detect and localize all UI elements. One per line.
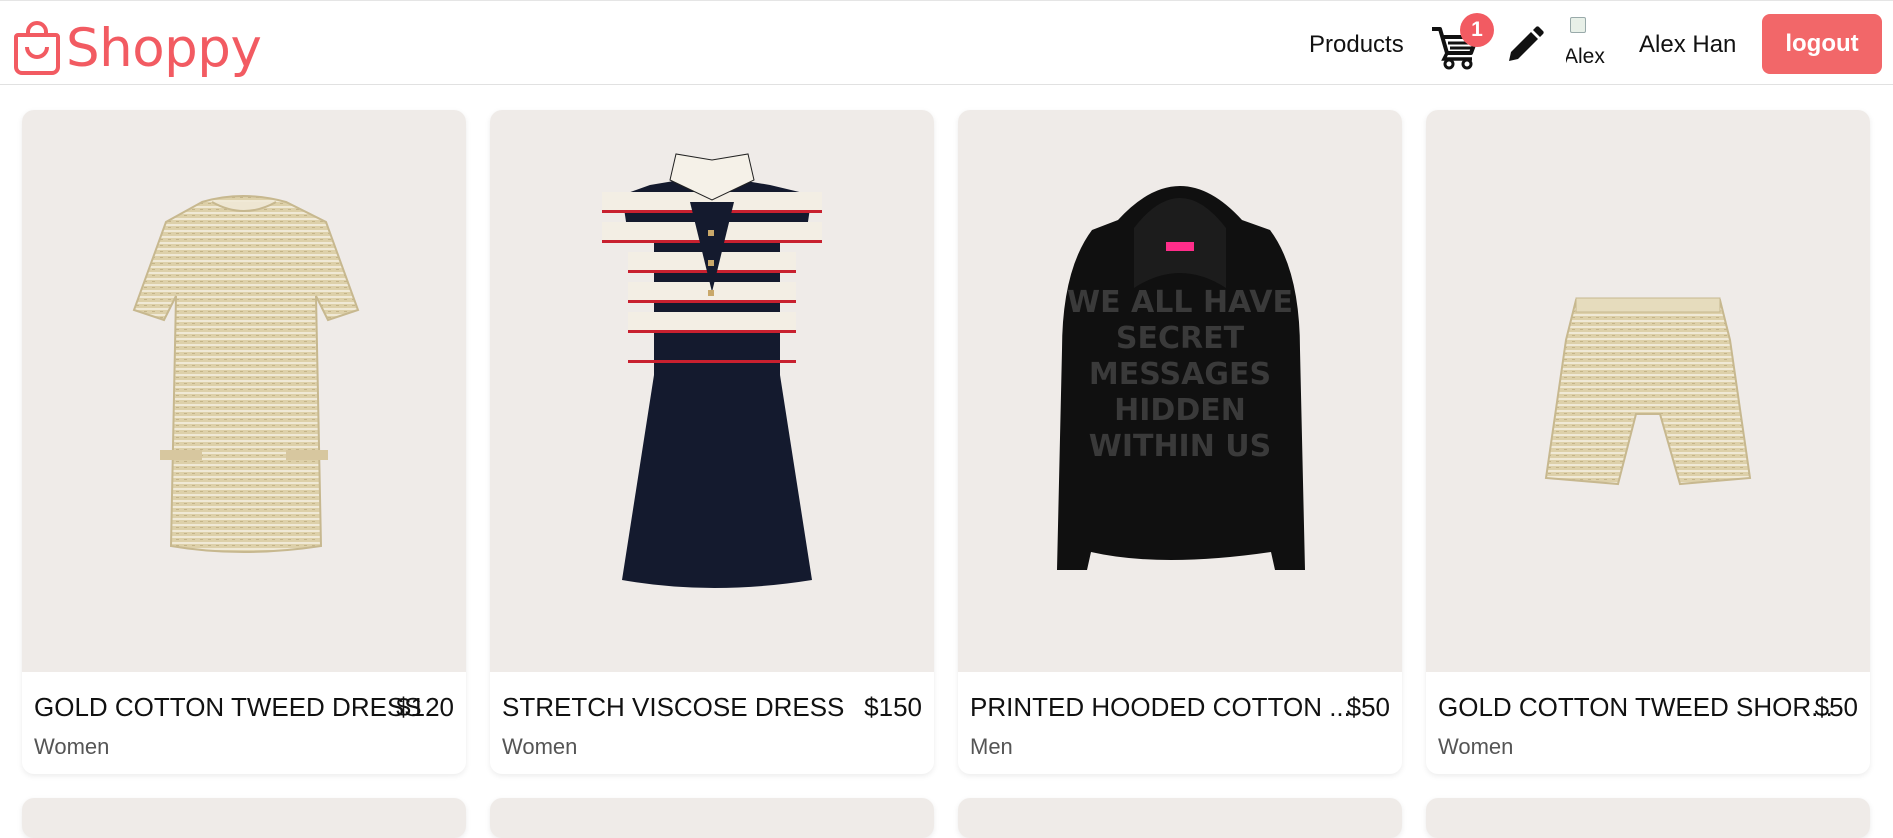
product-image[interactable]: WE ALL HAVE SECRET MESSAGES HIDDEN WITHI… xyxy=(958,110,1402,672)
logo[interactable]: Shoppy xyxy=(12,15,262,81)
product-card[interactable]: GOLD COTTON TWEED DRESS $120 Women xyxy=(22,110,466,774)
user-name: Alex Han xyxy=(1639,31,1737,58)
header: Shoppy Products 1 Alex Alex Han logout xyxy=(0,0,1893,85)
product-category: Women xyxy=(34,734,110,759)
hoodie-image: WE ALL HAVE SECRET MESSAGES HIDDEN WITHI… xyxy=(1057,186,1305,570)
product-card-partial[interactable] xyxy=(490,798,934,838)
nav-products-link[interactable]: Products xyxy=(1309,31,1404,59)
product-card[interactable]: STRETCH VISCOSE DRESS $150 Women xyxy=(490,110,934,774)
avatar[interactable]: Alex xyxy=(1566,17,1614,73)
product-title[interactable]: GOLD COTTON TWEED DRESS xyxy=(34,692,422,723)
product-card[interactable]: WE ALL HAVE SECRET MESSAGES HIDDEN WITHI… xyxy=(958,110,1402,774)
product-category: Women xyxy=(1438,734,1514,759)
product-card-partial[interactable] xyxy=(958,798,1402,838)
product-price: $50 xyxy=(1346,692,1390,722)
product-price: $150 xyxy=(864,692,922,722)
hoodie-print-line-5: WITHIN US xyxy=(1089,429,1272,464)
logout-button[interactable]: logout xyxy=(1762,14,1882,74)
hoodie-print-line-1: WE ALL HAVE xyxy=(1067,285,1293,320)
product-title[interactable]: STRETCH VISCOSE DRESS xyxy=(502,692,844,723)
shopping-bag-icon xyxy=(14,21,60,75)
tweed-dress-image xyxy=(132,195,360,553)
product-price: $120 xyxy=(396,692,454,722)
avatar-alt-text: Alex xyxy=(1566,45,1605,68)
broken-image-icon xyxy=(1570,17,1586,33)
hoodie-print-line-3: MESSAGES xyxy=(1089,357,1271,392)
hoodie-print-line-2: SECRET xyxy=(1116,321,1245,356)
hoodie-print-line-4: HIDDEN xyxy=(1114,393,1246,428)
product-image[interactable] xyxy=(1426,110,1870,672)
product-category: Women xyxy=(502,734,578,759)
logo-text: Shoppy xyxy=(66,17,262,79)
cart-count-badge: 1 xyxy=(1460,13,1494,47)
product-title[interactable]: PRINTED HOODED COTTON ... xyxy=(970,692,1351,723)
product-card-partial[interactable] xyxy=(22,798,466,838)
product-category: Men xyxy=(970,734,1013,759)
tweed-shorts-image xyxy=(1544,297,1752,486)
product-image[interactable] xyxy=(22,110,466,672)
product-image[interactable] xyxy=(490,110,934,672)
pencil-icon[interactable] xyxy=(1505,25,1545,65)
product-title[interactable]: GOLD COTTON TWEED SHOR... xyxy=(1438,692,1833,723)
product-card-partial[interactable] xyxy=(1426,798,1870,838)
product-card[interactable]: GOLD COTTON TWEED SHOR... $50 Women xyxy=(1426,110,1870,774)
product-price: $50 xyxy=(1814,692,1858,722)
striped-dress-image xyxy=(602,153,822,588)
